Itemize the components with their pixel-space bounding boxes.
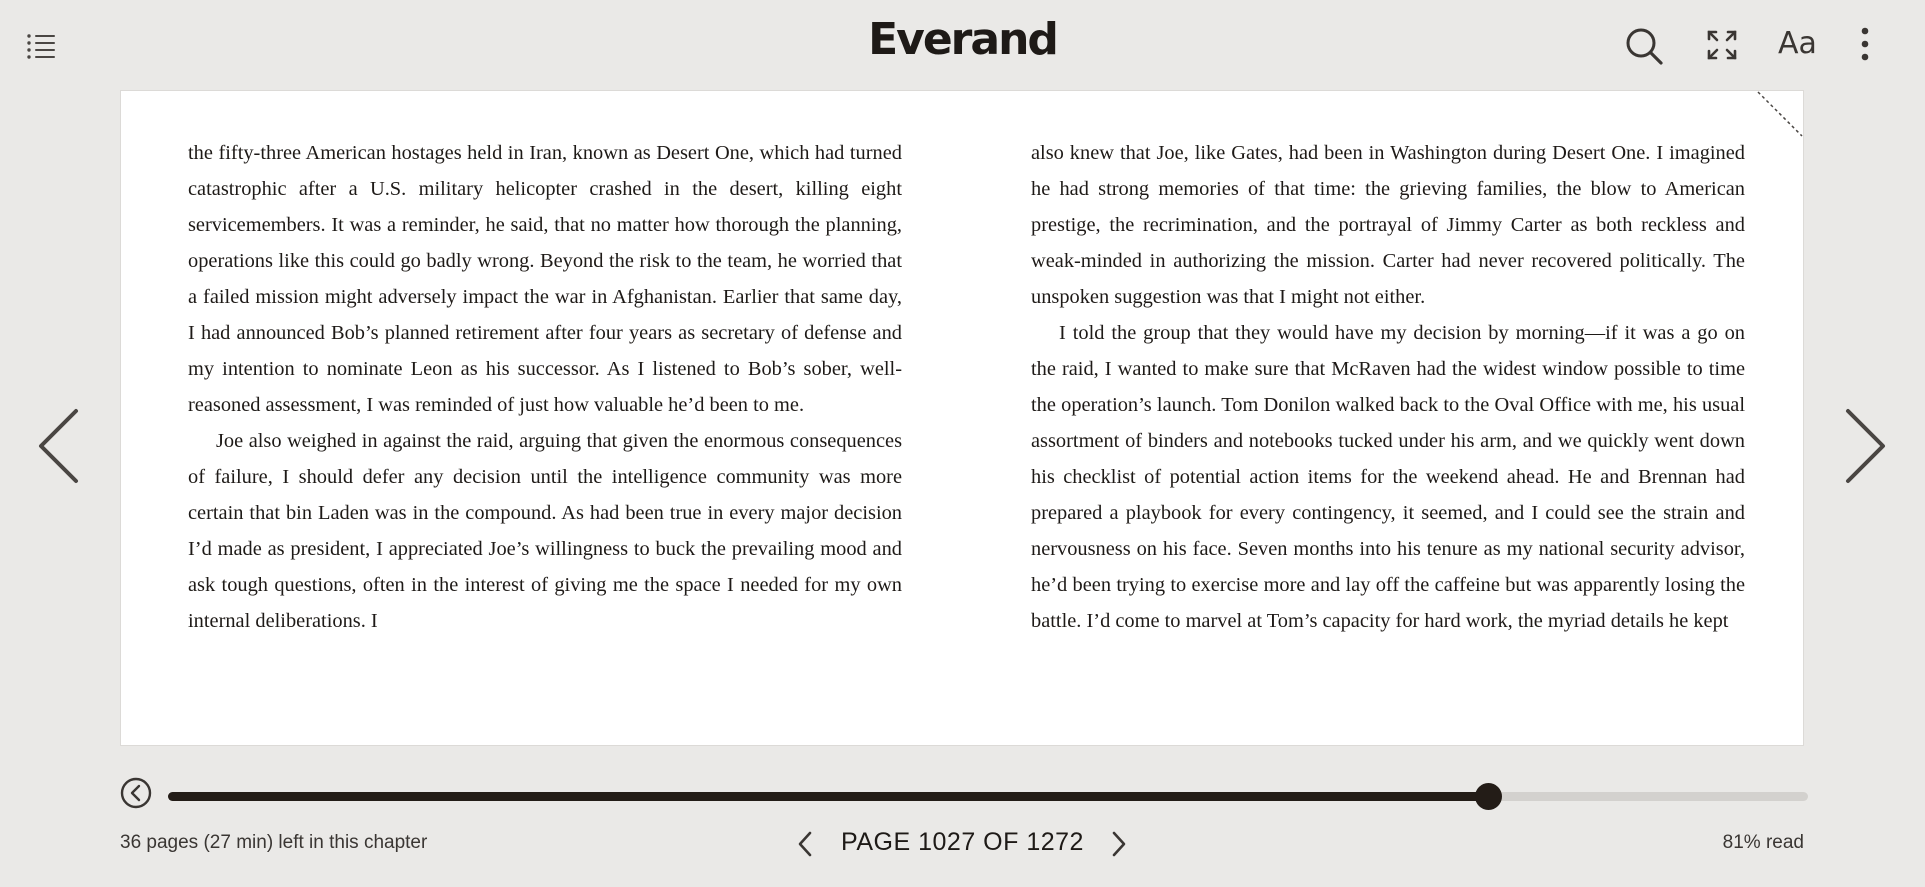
- back-to-position-button[interactable]: [120, 777, 152, 809]
- chevron-left-icon: [798, 831, 812, 857]
- bookmark-corner[interactable]: [1756, 90, 1804, 138]
- paragraph: the fifty-three American hostages held i…: [188, 142, 902, 416]
- font-settings-icon: Aa: [1778, 26, 1817, 61]
- chapter-remaining-text: 36 pages (27 min) left in this chapter: [120, 832, 428, 853]
- fullscreen-icon: [1707, 30, 1737, 60]
- previous-page-button[interactable]: [792, 828, 818, 860]
- paragraph: also knew that Joe, like Gates, had been…: [1031, 142, 1745, 308]
- progress-fill: [168, 792, 1489, 801]
- text-column-left: the fifty-three American hostages held i…: [188, 135, 902, 639]
- search-icon: [1626, 28, 1663, 65]
- fullscreen-button[interactable]: [1706, 29, 1738, 61]
- paragraph: Joe also weighed in against the raid, ar…: [188, 430, 902, 632]
- font-settings-button[interactable]: Aa: [1778, 22, 1822, 66]
- next-page-button[interactable]: [1106, 828, 1132, 860]
- reading-progress-slider[interactable]: [168, 783, 1808, 810]
- next-page-arrow[interactable]: [1842, 408, 1888, 484]
- bookmark-corner-icon: [1757, 91, 1803, 137]
- chevron-right-icon: [1846, 409, 1885, 483]
- chevron-left-icon: [39, 409, 78, 483]
- more-options-button[interactable]: [1858, 26, 1872, 62]
- more-vertical-icon: [1861, 27, 1869, 61]
- page-number-label: PAGE 1027 OF 1272: [841, 828, 1084, 856]
- previous-page-arrow[interactable]: [36, 408, 82, 484]
- search-button[interactable]: [1624, 26, 1664, 66]
- text-column-right: also knew that Joe, like Gates, had been…: [1031, 135, 1745, 639]
- book-page: the fifty-three American hostages held i…: [120, 90, 1804, 746]
- paragraph: I told the group that they would have my…: [1031, 322, 1745, 632]
- circle-chevron-left-icon: [120, 777, 152, 809]
- chevron-right-icon: [1112, 831, 1126, 857]
- percent-read-label: 81% read: [1722, 832, 1804, 853]
- progress-handle[interactable]: [1475, 783, 1503, 810]
